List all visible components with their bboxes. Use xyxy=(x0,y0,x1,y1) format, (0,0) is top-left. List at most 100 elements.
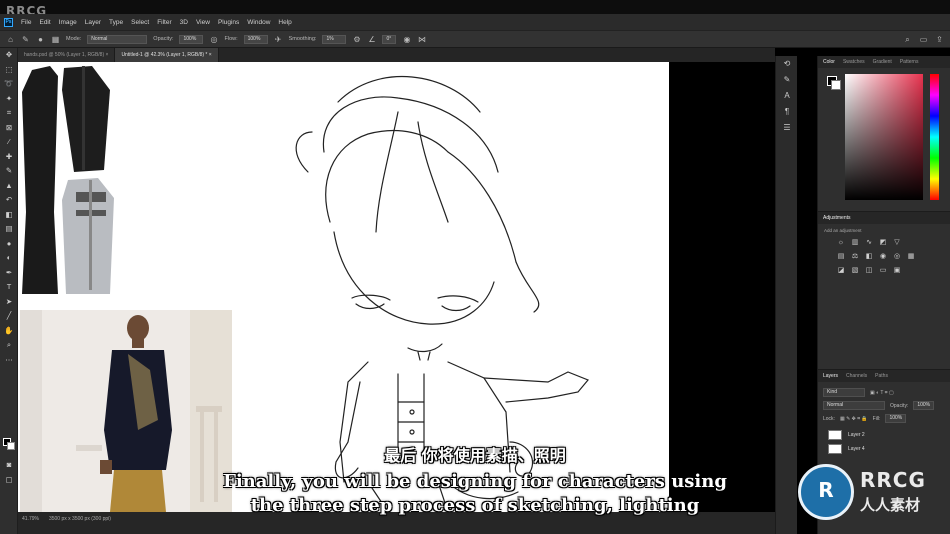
dodge-tool-icon[interactable]: ◐ xyxy=(0,251,18,266)
properties-icon[interactable]: ☰ xyxy=(776,120,798,136)
menu-3d[interactable]: 3D xyxy=(180,19,188,26)
menu-plugins[interactable]: Plugins xyxy=(218,19,239,26)
tab-channels[interactable]: Channels xyxy=(846,373,867,379)
lock-icons[interactable]: ▦ ✎ ✥ ⌗ 🔒 xyxy=(840,416,868,422)
tab-paths[interactable]: Paths xyxy=(875,373,888,379)
color-lookup-icon[interactable]: ▦ xyxy=(906,252,916,262)
tab-swatches[interactable]: Swatches xyxy=(843,59,865,65)
quick-mask-icon[interactable]: ◙ xyxy=(0,458,18,473)
tab-color[interactable]: Color xyxy=(823,59,835,65)
menu-file[interactable]: File xyxy=(21,19,31,26)
tab-untitled-1[interactable]: Untitled-1 @ 42.3% (Layer 1, RGB/8) * × xyxy=(115,48,219,62)
magic-wand-tool-icon[interactable]: ✦ xyxy=(0,92,18,107)
marquee-tool-icon[interactable]: ⬚ xyxy=(0,63,18,78)
adjustments-title[interactable]: Adjustments xyxy=(823,215,851,221)
threshold-icon[interactable]: ◫ xyxy=(864,266,874,276)
channel-mixer-icon[interactable]: ◎ xyxy=(892,252,902,262)
crop-tool-icon[interactable]: ⌗ xyxy=(0,106,18,121)
brushes-icon[interactable]: ✎ xyxy=(776,72,798,88)
vibrance-icon[interactable]: ▽ xyxy=(892,238,902,248)
angle-field[interactable]: 0° xyxy=(382,34,397,44)
layer-filter-select[interactable]: Kind xyxy=(823,388,865,397)
paragraph-icon[interactable]: ¶ xyxy=(776,104,798,120)
opacity-field[interactable]: 100% xyxy=(179,34,204,44)
menu-filter[interactable]: Filter xyxy=(157,19,171,26)
tab-gradient[interactable]: Gradient xyxy=(873,59,892,65)
zoom-level[interactable]: 41.79% xyxy=(22,516,39,522)
photoshop-logo-icon[interactable]: Ps xyxy=(4,17,13,27)
search-icon[interactable]: ⌕ xyxy=(903,35,912,44)
menu-type[interactable]: Type xyxy=(109,19,123,26)
tab-hands-psd[interactable]: hands.psd @ 50% (Layer 1, RGB/8) × xyxy=(18,48,116,62)
hue-slider[interactable] xyxy=(930,74,939,200)
brush-settings-icon[interactable]: ▦ xyxy=(51,35,60,44)
selective-color-icon[interactable]: ▣ xyxy=(892,266,902,276)
filter-icons[interactable]: ▣ ◐ T ⌗ ▢ xyxy=(870,390,894,396)
brush-tool-icon[interactable]: ✎ xyxy=(0,164,18,179)
path-select-tool-icon[interactable]: ➤ xyxy=(0,295,18,310)
frame-tool-icon[interactable]: ⊠ xyxy=(0,121,18,136)
gradient-map-icon[interactable]: ▭ xyxy=(878,266,888,276)
zoom-tool-icon[interactable]: ⌕ xyxy=(0,338,18,353)
more-tools-icon[interactable]: ⋯ xyxy=(0,353,18,368)
invert-icon[interactable]: ◪ xyxy=(836,266,846,276)
gradient-tool-icon[interactable]: ▤ xyxy=(0,222,18,237)
menu-edit[interactable]: Edit xyxy=(39,19,50,26)
exposure-icon[interactable]: ◩ xyxy=(878,238,888,248)
blend-mode-select[interactable]: Normal xyxy=(823,401,885,410)
healing-tool-icon[interactable]: ✚ xyxy=(0,150,18,165)
brightness-contrast-icon[interactable]: ☼ xyxy=(836,238,846,248)
menu-help[interactable]: Help xyxy=(278,19,291,26)
close-icon[interactable]: × xyxy=(106,52,109,58)
lasso-tool-icon[interactable]: ➰ xyxy=(0,77,18,92)
mode-select[interactable]: Normal xyxy=(87,34,148,44)
stamp-tool-icon[interactable]: ▲ xyxy=(0,179,18,194)
screen-mode-icon[interactable]: ▢ xyxy=(0,473,18,488)
pen-tool-icon[interactable]: ✒ xyxy=(0,266,18,281)
history-icon[interactable]: ⟲ xyxy=(776,56,798,72)
tab-label: Untitled-1 @ 42.3% (Layer 1, RGB/8) * xyxy=(121,52,208,58)
menu-image[interactable]: Image xyxy=(59,19,77,26)
color-balance-icon[interactable]: ⚖ xyxy=(850,252,860,262)
menu-layer[interactable]: Layer xyxy=(85,19,101,26)
background-color-swatch[interactable] xyxy=(7,442,15,450)
pressure-opacity-icon[interactable]: ◎ xyxy=(209,35,218,44)
menu-view[interactable]: View xyxy=(196,19,210,26)
blur-tool-icon[interactable]: ● xyxy=(0,237,18,252)
smoothing-options-icon[interactable]: ⚙ xyxy=(352,35,361,44)
move-tool-icon[interactable]: ✥ xyxy=(0,48,18,63)
hue-saturation-icon[interactable]: ▤ xyxy=(836,252,846,262)
levels-icon[interactable]: ▥ xyxy=(850,238,860,248)
menu-window[interactable]: Window xyxy=(247,19,270,26)
airbrush-icon[interactable]: ✈ xyxy=(274,35,283,44)
posterize-icon[interactable]: ▧ xyxy=(850,266,860,276)
flow-field[interactable]: 100% xyxy=(243,34,268,44)
brush-tool-icon[interactable]: ✎ xyxy=(21,35,30,44)
photo-filter-icon[interactable]: ◉ xyxy=(878,252,888,262)
background-color-chip[interactable] xyxy=(831,80,841,90)
line-tool-icon[interactable]: ╱ xyxy=(0,309,18,324)
layer-opacity-field[interactable]: 100% xyxy=(913,401,935,410)
tab-layers[interactable]: Layers xyxy=(823,373,838,379)
share-icon[interactable]: ⇪ xyxy=(935,35,944,44)
history-brush-icon[interactable]: ↶ xyxy=(0,193,18,208)
menu-select[interactable]: Select xyxy=(131,19,149,26)
workspace-icon[interactable]: ▭ xyxy=(919,35,928,44)
black-white-icon[interactable]: ◧ xyxy=(864,252,874,262)
hand-tool-icon[interactable]: ✋ xyxy=(0,324,18,339)
brush-preset-icon[interactable]: ● xyxy=(36,35,45,44)
smoothing-field[interactable]: 1% xyxy=(322,34,347,44)
symmetry-icon[interactable]: ⋈ xyxy=(417,35,426,44)
layer-fill-field[interactable]: 100% xyxy=(885,414,907,423)
home-icon[interactable]: ⌂ xyxy=(6,35,15,44)
character-icon[interactable]: A xyxy=(776,88,798,104)
close-icon[interactable]: × xyxy=(209,52,212,58)
layer-row[interactable]: Layer 2 xyxy=(828,428,948,441)
pressure-size-icon[interactable]: ◉ xyxy=(402,35,411,44)
color-field[interactable] xyxy=(845,74,923,200)
tab-patterns[interactable]: Patterns xyxy=(900,59,919,65)
curves-icon[interactable]: ∿ xyxy=(864,238,874,248)
eraser-tool-icon[interactable]: ◧ xyxy=(0,208,18,223)
eyedropper-tool-icon[interactable]: ⁄ xyxy=(0,135,18,150)
type-tool-icon[interactable]: T xyxy=(0,280,18,295)
